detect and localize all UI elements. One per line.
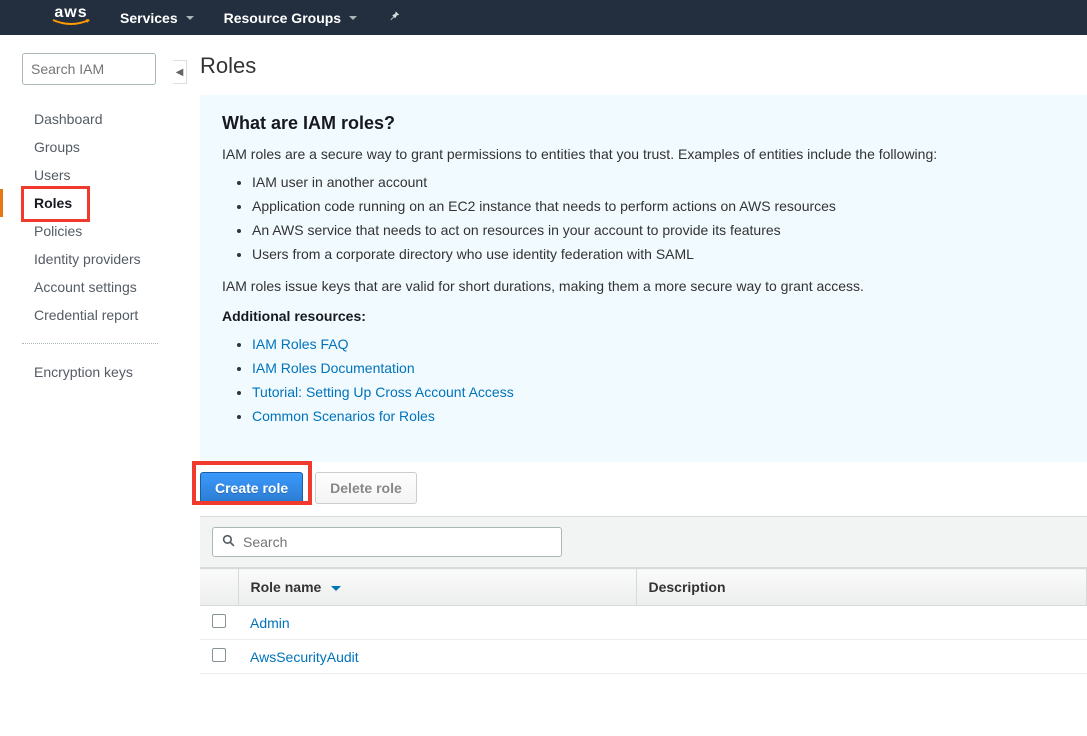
nav-resource-groups-label: Resource Groups [224,10,341,26]
caret-down-icon [349,16,357,20]
table-row[interactable]: AwsSecurityAudit [200,640,1087,674]
sidebar-item-identity-providers[interactable]: Identity providers [0,245,180,273]
nav-services[interactable]: Services [120,10,194,26]
sidebar-collapse-handle[interactable]: ◀ [173,60,187,84]
aws-logo-text: aws [54,6,87,20]
info-additional-label: Additional resources: [222,308,366,324]
role-link[interactable]: Admin [250,615,290,631]
col-checkbox [200,569,238,606]
info-links-list: IAM Roles FAQ IAM Roles Documentation Tu… [222,332,1065,428]
info-bullet: Application code running on an EC2 insta… [252,194,1065,218]
sidebar-item-encryption-keys[interactable]: Encryption keys [0,358,180,386]
sidebar-divider [22,343,158,344]
sidebar-search-input[interactable] [22,53,156,85]
info-bullet: Users from a corporate directory who use… [252,242,1065,266]
info-intro: IAM roles are a secure way to grant perm… [222,146,1065,162]
sidebar: ◀ Dashboard Groups Users Roles Policies … [0,35,180,736]
caret-down-icon [186,16,194,20]
row-description [636,640,1087,674]
action-row: Create role Delete role [200,472,1087,516]
sidebar-item-groups[interactable]: Groups [0,133,180,161]
row-checkbox[interactable] [212,648,226,662]
sidebar-item-credential-report[interactable]: Credential report [0,301,180,329]
delete-role-button[interactable]: Delete role [315,472,417,504]
link-iam-roles-documentation[interactable]: IAM Roles Documentation [252,360,415,376]
link-cross-account-tutorial[interactable]: Tutorial: Setting Up Cross Account Acces… [252,384,514,400]
info-heading: What are IAM roles? [222,113,1065,134]
table-row[interactable]: Admin [200,606,1087,640]
sidebar-item-account-settings[interactable]: Account settings [0,273,180,301]
sort-descending-icon [331,586,341,591]
sidebar-item-dashboard[interactable]: Dashboard [0,105,180,133]
main-content: Roles What are IAM roles? IAM roles are … [180,35,1087,736]
table-search-input[interactable] [212,527,562,557]
info-bullet: An AWS service that needs to act on reso… [252,218,1065,242]
sidebar-item-roles[interactable]: Roles [0,189,180,217]
nav-resource-groups[interactable]: Resource Groups [224,10,357,26]
nav-services-label: Services [120,10,178,26]
col-description[interactable]: Description [636,569,1087,606]
aws-logo[interactable]: aws [52,6,90,26]
sidebar-item-users[interactable]: Users [0,161,180,189]
info-entities-list: IAM user in another account Application … [222,170,1065,266]
col-role-name[interactable]: Role name [238,569,636,606]
aws-smile-icon [52,19,90,25]
link-common-scenarios[interactable]: Common Scenarios for Roles [252,408,435,424]
sidebar-nav-list: Dashboard Groups Users Roles Policies Id… [0,105,180,329]
col-role-name-label: Role name [251,579,322,595]
roles-table: Role name Description Admin AwsSecurityA… [200,568,1087,674]
row-description [636,606,1087,640]
table-toolbar [200,516,1087,568]
page-title: Roles [200,53,1087,79]
role-link[interactable]: AwsSecurityAudit [250,649,359,665]
top-nav: aws Services Resource Groups [0,0,1087,35]
create-role-button[interactable]: Create role [200,472,303,504]
row-checkbox[interactable] [212,614,226,628]
info-bullet: IAM user in another account [252,170,1065,194]
info-after: IAM roles issue keys that are valid for … [222,278,1065,294]
pin-icon[interactable] [387,9,401,26]
search-icon [222,534,235,550]
info-panel: What are IAM roles? IAM roles are a secu… [200,95,1087,462]
link-iam-roles-faq[interactable]: IAM Roles FAQ [252,336,348,352]
